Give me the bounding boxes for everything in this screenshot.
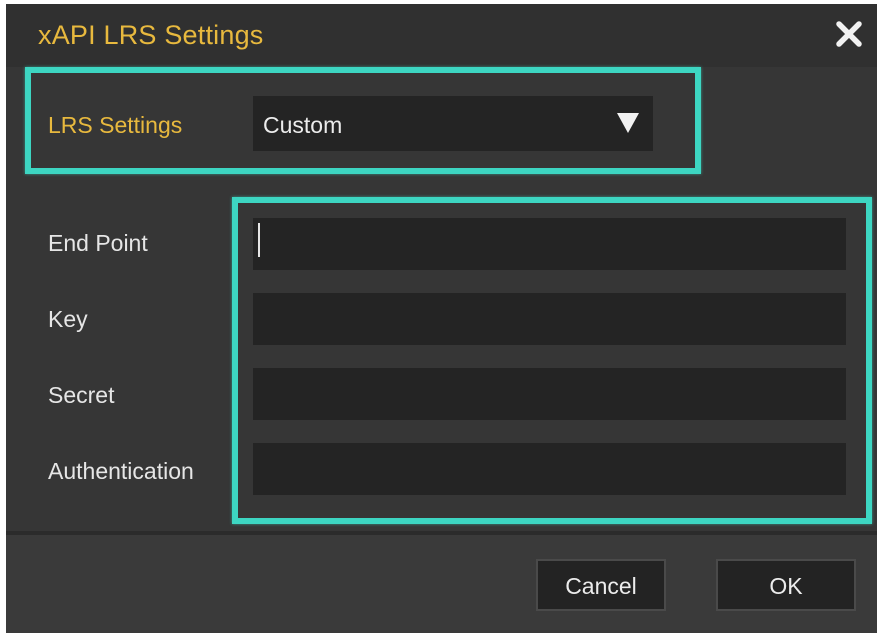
lrs-settings-dialog: xAPI LRS Settings LRS Settings Custom En… — [6, 4, 877, 633]
end-point-input[interactable] — [253, 218, 846, 270]
authentication-label: Authentication — [48, 458, 194, 484]
ok-button[interactable]: OK — [716, 559, 856, 611]
key-label: Key — [48, 306, 88, 332]
dropdown-triangle-icon — [617, 113, 639, 133]
dialog-title: xAPI LRS Settings — [38, 20, 264, 50]
lrs-settings-label: LRS Settings — [48, 112, 183, 138]
key-input[interactable] — [253, 293, 846, 345]
end-point-label: End Point — [48, 230, 148, 256]
close-icon[interactable] — [829, 14, 869, 54]
secret-input[interactable] — [253, 368, 846, 420]
authentication-input[interactable] — [253, 443, 846, 495]
lrs-settings-select[interactable]: Custom — [253, 96, 653, 151]
lrs-settings-selected-value: Custom — [263, 112, 343, 138]
secret-label: Secret — [48, 382, 115, 408]
text-cursor — [258, 223, 260, 257]
cancel-button[interactable]: Cancel — [536, 559, 666, 611]
title-bar: xAPI LRS Settings — [6, 4, 877, 67]
